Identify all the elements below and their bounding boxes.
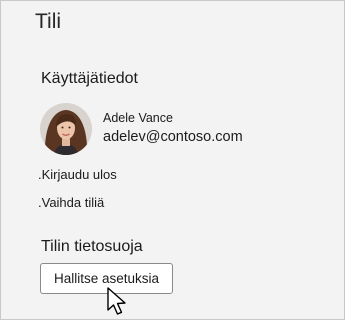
sign-out-link[interactable]: .Kirjaudu ulos (38, 167, 117, 182)
account-panel: Tili Käyttäjätiedot Adele Vance adelev@c… (0, 0, 345, 320)
panel-title: Tili (35, 10, 62, 33)
user-name: Adele Vance (103, 111, 173, 125)
switch-account-link[interactable]: .Vaihda tiliä (38, 195, 104, 210)
avatar (40, 103, 92, 155)
user-avatar-photo (40, 103, 92, 155)
user-info-heading: Käyttäjätiedot (41, 70, 138, 87)
privacy-heading: Tilin tietosuoja (41, 238, 143, 255)
user-email: adelev@contoso.com (103, 129, 243, 145)
mouse-pointer-icon (107, 287, 126, 315)
